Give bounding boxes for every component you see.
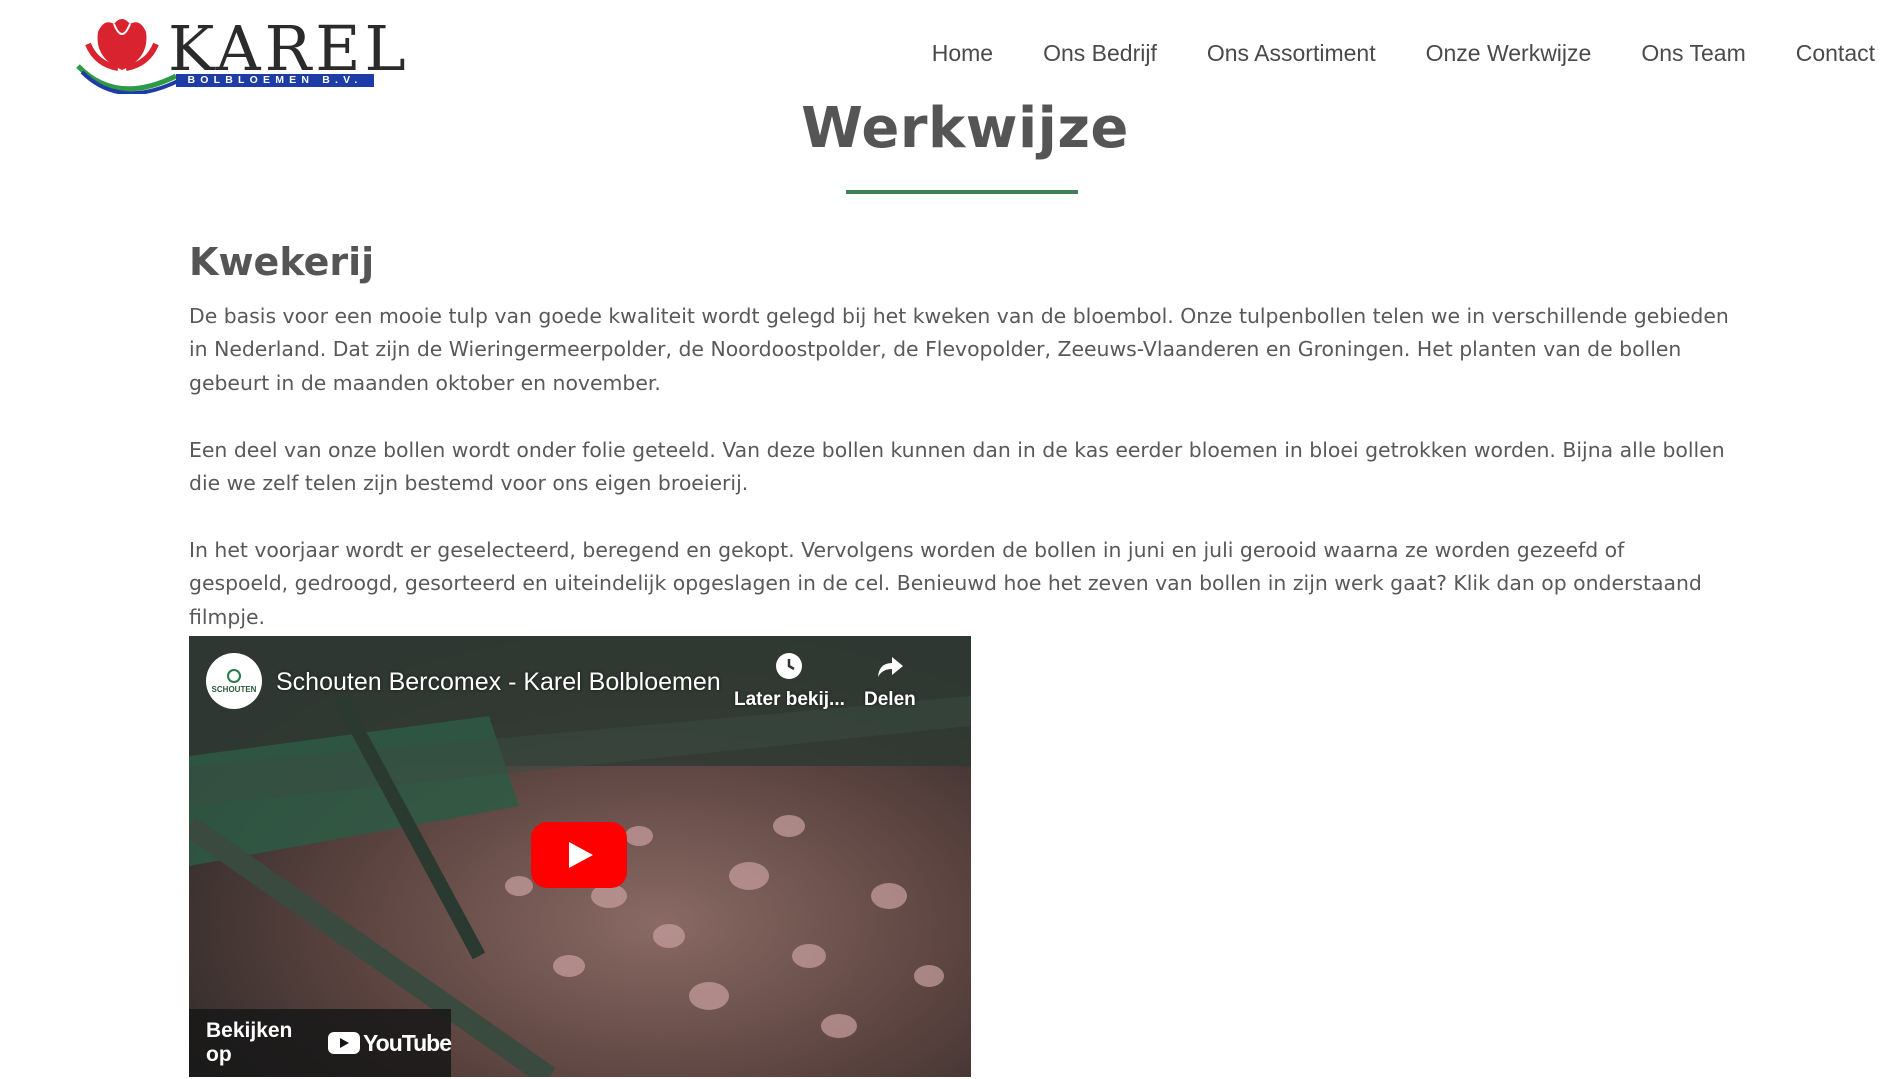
youtube-logo: YouTube	[328, 1029, 452, 1057]
youtube-video-embed[interactable]: SCHOUTEN Schouten Bercomex - Karel Bolbl…	[189, 636, 971, 1077]
watch-on-label: Bekijken op	[206, 1019, 293, 1066]
paragraph: In het voorjaar wordt er geselecteerd, b…	[189, 537, 1702, 629]
play-button-icon[interactable]	[531, 822, 627, 888]
nav-ons-bedrijf[interactable]: Ons Bedrijf	[1043, 40, 1157, 67]
watch-later-label: Later bekij...	[734, 689, 845, 710]
youtube-wordmark: YouTube	[363, 1029, 452, 1056]
video-title[interactable]: Schouten Bercomex - Karel Bolbloemen	[276, 668, 726, 697]
paragraph: Een deel van onze bollen wordt onder fol…	[189, 437, 1725, 496]
title-underline	[846, 190, 1078, 194]
nav-contact[interactable]: Contact	[1796, 40, 1875, 67]
clock-icon	[776, 653, 803, 679]
nav-onze-werkwijze[interactable]: Onze Werkwijze	[1426, 40, 1592, 67]
page-title: Werkwijze	[801, 96, 1129, 161]
nav-ons-assortiment[interactable]: Ons Assortiment	[1207, 40, 1376, 67]
section-heading: Kwekerij	[189, 240, 375, 284]
site-logo[interactable]: KAREL BOLBLOEMEN B.V.	[76, 14, 406, 94]
watch-later-button[interactable]: Later bekij...	[734, 651, 845, 711]
youtube-play-icon	[328, 1032, 361, 1054]
channel-avatar[interactable]: SCHOUTEN	[206, 653, 262, 709]
logo-subtitle: BOLBLOEMEN B.V.	[176, 74, 374, 87]
section-content: De basis voor een mooie tulp van goede k…	[189, 300, 1729, 667]
share-arrow-icon	[877, 657, 903, 677]
nav-home[interactable]: Home	[932, 40, 993, 67]
nav-ons-team[interactable]: Ons Team	[1641, 40, 1745, 67]
paragraph: De basis voor een mooie tulp van goede k…	[189, 304, 1729, 395]
main-nav: Home Ons Bedrijf Ons Assortiment Onze We…	[882, 40, 1875, 67]
share-label: Delen	[864, 689, 916, 710]
channel-label: SCHOUTEN	[211, 684, 257, 694]
watch-on-youtube-button[interactable]: Bekijken op YouTube	[189, 1009, 452, 1077]
share-button[interactable]: Delen	[864, 651, 916, 711]
